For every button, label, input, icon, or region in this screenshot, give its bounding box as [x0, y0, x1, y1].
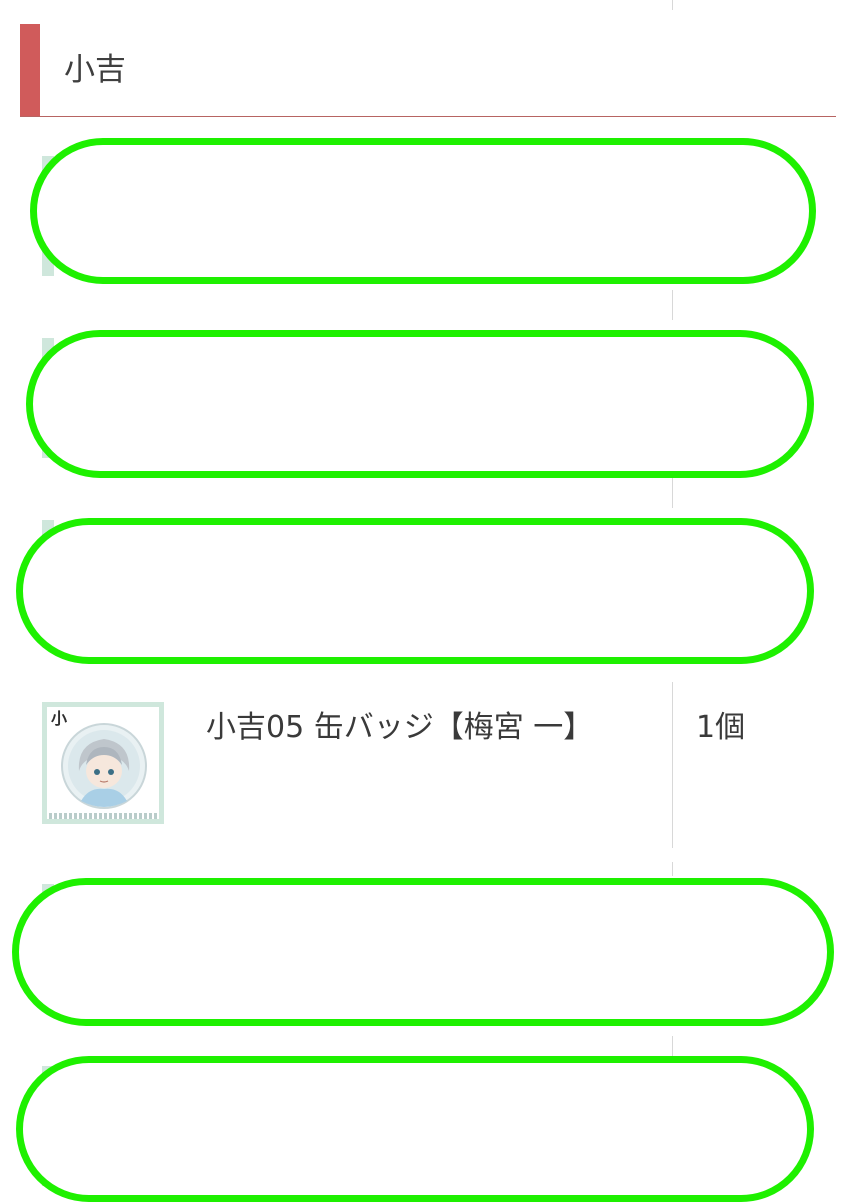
redacted-item-row — [26, 330, 814, 478]
item-thumbnail[interactable]: 小 — [42, 702, 164, 824]
redacted-item-row — [30, 138, 816, 284]
redacted-item-row — [16, 518, 814, 664]
section-title: 小吉 — [64, 52, 126, 88]
section-accent-bar — [20, 24, 40, 116]
column-divider — [672, 1036, 673, 1056]
redacted-item-row — [16, 1056, 814, 1202]
section-header: 小吉 — [20, 24, 836, 117]
character-can-badge-icon — [61, 723, 147, 809]
column-divider — [672, 478, 673, 508]
item-quantity: 1個 — [696, 710, 746, 745]
thumbnail-caption-strip — [49, 813, 157, 819]
column-divider — [672, 682, 673, 848]
item-name: 小吉05 缶バッジ【梅宮 一】 — [206, 710, 594, 745]
column-divider — [672, 862, 673, 876]
column-divider — [672, 0, 673, 10]
redacted-item-row — [12, 878, 834, 1026]
column-divider — [672, 290, 673, 320]
